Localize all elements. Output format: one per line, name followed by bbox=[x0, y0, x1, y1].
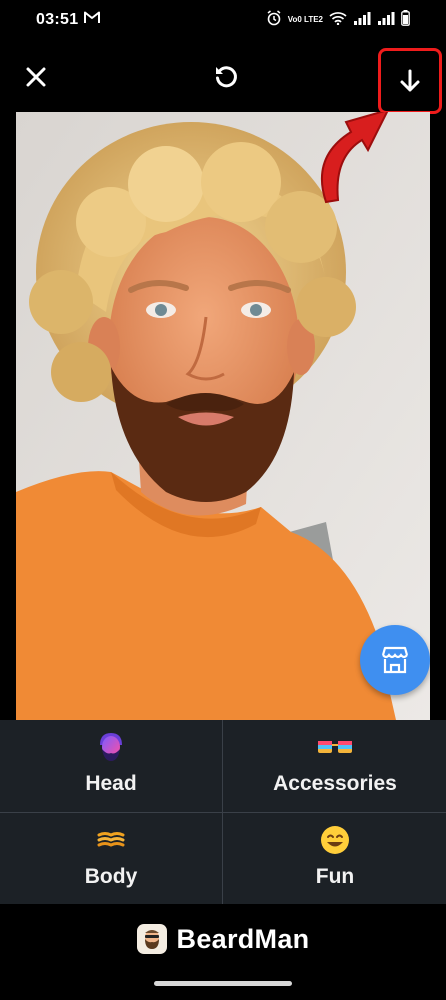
close-icon bbox=[26, 67, 46, 87]
beardman-logo-icon bbox=[136, 924, 167, 954]
category-head[interactable]: Head bbox=[0, 720, 222, 811]
signal-icon bbox=[353, 11, 371, 28]
mustache-icon bbox=[97, 823, 125, 857]
status-bar: 03:51 Vo0 LTE2 bbox=[0, 0, 446, 40]
wifi-icon bbox=[329, 11, 347, 28]
smile-emoji-icon bbox=[320, 823, 350, 857]
close-button[interactable] bbox=[16, 57, 56, 97]
category-fun[interactable]: Fun bbox=[224, 813, 446, 904]
red-arrow-annotation bbox=[320, 112, 389, 204]
download-arrow-icon bbox=[400, 69, 420, 92]
category-accessories-label: Accessories bbox=[273, 772, 397, 795]
signal-icon bbox=[377, 11, 395, 28]
battery-icon bbox=[401, 10, 410, 29]
brand-name: BeardMan bbox=[176, 923, 310, 954]
store-icon bbox=[381, 646, 409, 674]
undo-button[interactable] bbox=[206, 57, 246, 97]
alarm-icon bbox=[266, 10, 282, 29]
brand-footer: BeardMan bbox=[0, 904, 446, 974]
category-head-label: Head bbox=[85, 772, 137, 795]
editor-toolbar bbox=[0, 45, 446, 114]
category-body[interactable]: Body bbox=[0, 813, 222, 904]
gmail-icon bbox=[84, 11, 100, 28]
category-fun-label: Fun bbox=[315, 865, 355, 888]
status-icons: Vo0 LTE2 bbox=[266, 10, 410, 29]
undo-icon bbox=[216, 66, 237, 88]
glasses-icon bbox=[317, 730, 353, 764]
download-button[interactable] bbox=[378, 48, 442, 114]
home-indicator[interactable] bbox=[154, 981, 292, 986]
category-accessories[interactable]: Accessories bbox=[224, 720, 446, 811]
category-body-label: Body bbox=[84, 865, 138, 888]
category-grid: Head Accessories Body Fun bbox=[0, 720, 446, 904]
volte-icon: Vo0 LTE2 bbox=[287, 14, 323, 24]
photo-canvas[interactable] bbox=[16, 112, 430, 720]
store-button[interactable] bbox=[360, 625, 430, 695]
status-time: 03:51 bbox=[36, 11, 79, 28]
head-icon bbox=[96, 730, 126, 764]
